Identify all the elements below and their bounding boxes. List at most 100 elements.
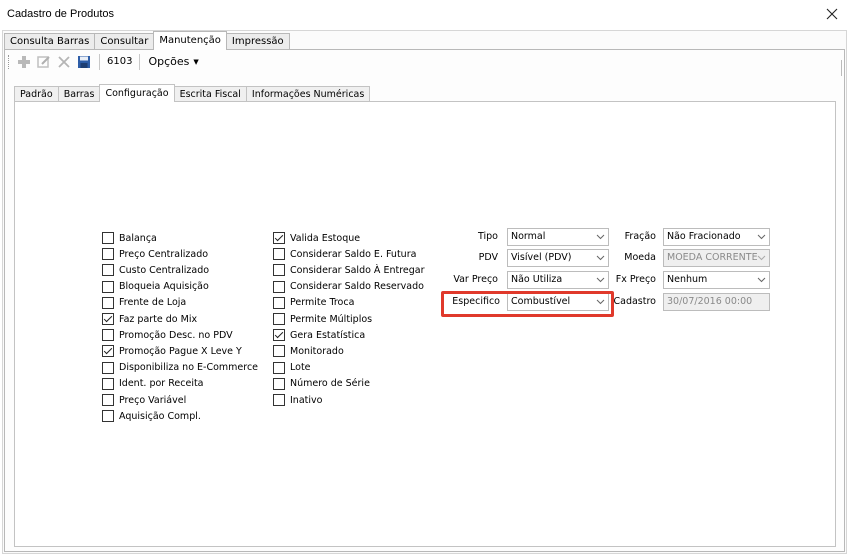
var-preco-value: Não Utiliza <box>511 274 563 285</box>
col1-checkbox-row[interactable]: Preço Variável <box>102 393 186 407</box>
checkbox-label: Ident. por Receita <box>119 378 204 390</box>
save-icon <box>78 55 90 68</box>
checkbox[interactable] <box>273 361 285 374</box>
col2-checkbox-row[interactable]: Considerar Saldo Reservado <box>273 280 424 294</box>
save-button[interactable] <box>75 53 93 71</box>
checkbox[interactable] <box>102 345 114 358</box>
checkbox[interactable] <box>102 313 114 325</box>
col1-checkbox-row[interactable]: Bloqueia Aquisição <box>102 280 209 294</box>
col2-checkbox-row[interactable]: Permite Múltiplos <box>273 312 372 326</box>
checkbox-label: Frente de Loja <box>119 297 187 309</box>
checkbox-label: Promoção Pague X Leve Y <box>119 345 242 357</box>
toolbar-separator <box>99 53 100 70</box>
checkbox-label: Considerar Saldo À Entregar <box>290 264 425 276</box>
window-title: Cadastro de Produtos <box>7 8 115 20</box>
col1-checkbox-row[interactable]: Aquisição Compl. <box>102 409 201 423</box>
fx-preco-select[interactable]: Nenhum <box>663 271 770 289</box>
fx-preco-value: Nenhum <box>667 274 708 285</box>
toolbar-grip[interactable] <box>8 54 11 69</box>
checkbox[interactable] <box>273 264 285 277</box>
checkbox[interactable] <box>102 264 114 277</box>
col2-checkbox-row[interactable]: Considerar Saldo À Entregar <box>273 263 425 277</box>
col2-checkbox-row[interactable]: Gera Estatística <box>273 328 365 342</box>
col2-checkbox-row[interactable]: Lote <box>273 361 311 375</box>
checkbox-label: Aquisição Compl. <box>119 410 201 422</box>
edit-button[interactable] <box>35 53 53 71</box>
pdv-select[interactable]: Visível (PDV) <box>507 249 609 267</box>
checkbox-label: Disponibiliza no E-Commerce <box>119 362 259 374</box>
checkbox[interactable] <box>102 329 114 342</box>
checkbox[interactable] <box>102 296 114 309</box>
checkbox-label: Permite Múltiplos <box>290 313 373 325</box>
fracao-select[interactable]: Não Fracionado <box>663 228 770 246</box>
checkbox[interactable] <box>273 248 285 261</box>
add-button[interactable] <box>15 53 33 71</box>
col2-checkbox-row[interactable]: Permite Troca <box>273 296 354 310</box>
moeda-select[interactable]: MOEDA CORRENTE <box>663 249 770 267</box>
tab-configuracao[interactable]: Configuração <box>99 84 175 102</box>
col2-checkbox-row[interactable]: Valida Estoque <box>273 231 360 245</box>
checkbox[interactable] <box>102 361 114 374</box>
checkbox-label: Preço Variável <box>119 394 187 406</box>
var-preco-select[interactable]: Não Utiliza <box>507 271 609 289</box>
tab-escrita-fiscal[interactable]: Escrita Fiscal <box>173 86 247 102</box>
options-menu-button[interactable]: Opções ▼ <box>144 55 202 68</box>
fx-preco-label: Fx Preço <box>615 274 656 285</box>
tipo-select[interactable]: Normal <box>507 228 609 246</box>
col1-checkbox-row[interactable]: Disponibiliza no E-Commerce <box>102 361 258 375</box>
checkbox[interactable] <box>102 232 114 244</box>
col1-checkbox-row[interactable]: Promoção Desc. no PDV <box>102 328 233 342</box>
col2-checkbox-row[interactable]: Monitorado <box>273 344 344 358</box>
checkbox-label: Preço Centralizado <box>119 248 209 260</box>
col1-checkbox-row[interactable]: Custo Centralizado <box>102 263 209 277</box>
delete-button[interactable] <box>55 53 73 71</box>
tab-manutencao[interactable]: Manutenção <box>153 31 227 50</box>
col1-checkbox-row[interactable]: Preço Centralizado <box>102 247 208 261</box>
chevron-down-icon <box>757 275 766 283</box>
chevron-down-icon <box>757 253 766 261</box>
col2-checkbox-row[interactable]: Inativo <box>273 393 322 407</box>
highlight-box <box>441 291 614 317</box>
moeda-label: Moeda <box>624 252 656 263</box>
checkbox-label: Custo Centralizado <box>119 264 210 276</box>
checkbox[interactable] <box>273 296 285 309</box>
checkbox[interactable] <box>102 410 114 423</box>
col2-checkbox-row[interactable]: Número de Série <box>273 377 370 391</box>
checkbox-label: Faz parte do Mix <box>119 313 198 325</box>
tab-padrao[interactable]: Padrão <box>14 86 59 102</box>
options-label: Opções <box>148 55 190 68</box>
checkbox[interactable] <box>273 377 285 390</box>
col1-checkbox-row[interactable]: Promoção Pague X Leve Y <box>102 344 242 358</box>
checkbox-label: Inativo <box>290 394 323 406</box>
col2-checkbox-row[interactable]: Considerar Saldo E. Futura <box>273 247 416 261</box>
tab-barras[interactable]: Barras <box>57 86 101 102</box>
checkbox[interactable] <box>102 394 114 406</box>
col1-checkbox-row[interactable]: Faz parte do Mix <box>102 312 197 326</box>
toolbar-edge <box>841 60 842 76</box>
checkbox[interactable] <box>102 248 114 261</box>
tab-informacoes-numericas[interactable]: Informações Numéricas <box>245 86 371 102</box>
col1-checkbox-row[interactable]: Balança <box>102 231 157 245</box>
checkbox[interactable] <box>102 377 114 390</box>
tab-consulta-barras[interactable]: Consulta Barras <box>4 33 96 50</box>
checkbox-label: Considerar Saldo Reservado <box>290 281 424 293</box>
col1-checkbox-row[interactable]: Frente de Loja <box>102 296 186 310</box>
toolbar-separator <box>139 53 141 70</box>
checkbox[interactable] <box>273 313 285 325</box>
checkbox[interactable] <box>273 232 285 244</box>
checkbox[interactable] <box>273 394 285 406</box>
close-icon <box>826 8 838 20</box>
col1-checkbox-row[interactable]: Ident. por Receita <box>102 377 204 391</box>
tab-impressao[interactable]: Impressão <box>225 33 290 50</box>
chevron-down-icon <box>596 253 605 261</box>
chevron-down-icon <box>596 275 605 283</box>
tab-consultar[interactable]: Consultar <box>94 33 155 50</box>
checkbox[interactable] <box>273 329 285 342</box>
chevron-down-icon <box>596 232 605 240</box>
checkbox[interactable] <box>102 280 114 293</box>
checkbox[interactable] <box>273 345 285 358</box>
pdv-label: PDV <box>478 252 498 263</box>
checkbox[interactable] <box>273 280 285 293</box>
close-button[interactable] <box>821 3 843 25</box>
checkbox-label: Gera Estatística <box>290 329 366 341</box>
